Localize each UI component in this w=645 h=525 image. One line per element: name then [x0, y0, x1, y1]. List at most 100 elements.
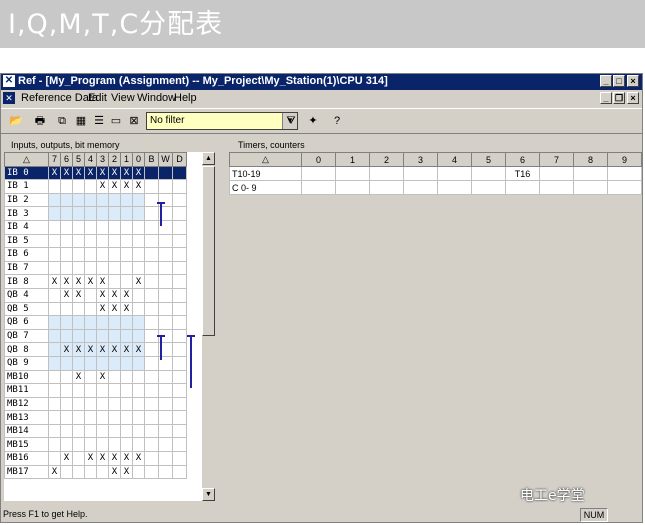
- address-cell[interactable]: IB 8: [4, 274, 49, 289]
- table-row[interactable]: MB13: [4, 410, 187, 425]
- address-cell[interactable]: IB 6: [4, 247, 49, 262]
- menu-reference-data[interactable]: Reference Data: [21, 92, 98, 104]
- address-cell[interactable]: QB 9: [4, 355, 49, 371]
- bit-cell[interactable]: X: [72, 165, 85, 181]
- bit-cell[interactable]: [84, 192, 97, 208]
- bit-cell[interactable]: X: [96, 342, 109, 357]
- bit-cell[interactable]: [84, 464, 97, 480]
- bit-cell[interactable]: [84, 423, 97, 439]
- bit-cell[interactable]: [60, 383, 73, 398]
- bit-cell[interactable]: [48, 287, 61, 303]
- bit-cell[interactable]: [60, 233, 73, 249]
- bit-cell[interactable]: [48, 396, 61, 412]
- address-cell[interactable]: IB 1: [4, 179, 49, 194]
- digit-column-header[interactable]: 5: [471, 152, 506, 167]
- bit-cell[interactable]: [158, 383, 173, 398]
- bit-cell[interactable]: [84, 396, 97, 412]
- bit-cell[interactable]: [158, 423, 173, 439]
- bit-cell[interactable]: [132, 315, 145, 330]
- new-window-icon[interactable]: ✦: [304, 112, 322, 130]
- bit-cell[interactable]: X: [96, 165, 109, 181]
- bit-cell[interactable]: [172, 287, 187, 303]
- address-cell[interactable]: MB16: [4, 451, 49, 466]
- bit-cell[interactable]: [48, 328, 61, 344]
- bit-cell[interactable]: [48, 355, 61, 371]
- bit-cell[interactable]: [144, 451, 159, 466]
- bit-cell[interactable]: X: [84, 451, 97, 466]
- digit-column-header[interactable]: 0: [301, 152, 336, 167]
- bit-cell[interactable]: [84, 301, 97, 317]
- bit-cell[interactable]: [120, 260, 133, 276]
- bit-cell[interactable]: [158, 287, 173, 303]
- filter-settings-icon[interactable]: ⛛: [282, 112, 300, 130]
- maximize-icon[interactable]: □: [613, 75, 625, 87]
- bit-cell[interactable]: [96, 192, 109, 208]
- bit-cell[interactable]: [48, 369, 61, 385]
- bit-cell[interactable]: [144, 274, 159, 289]
- bit-cell[interactable]: X: [60, 274, 73, 289]
- bit-cell[interactable]: [60, 355, 73, 371]
- bit-cell[interactable]: [144, 165, 159, 181]
- table-row[interactable]: MB17 X X X: [4, 464, 187, 480]
- table-row[interactable]: MB12: [4, 396, 187, 412]
- bit-column-header[interactable]: W: [158, 152, 173, 167]
- bit-cell[interactable]: [120, 355, 133, 371]
- bit-cell[interactable]: [84, 179, 97, 194]
- address-cell[interactable]: IB 5: [4, 233, 49, 249]
- bit-cell[interactable]: [172, 206, 187, 221]
- bit-cell[interactable]: [48, 315, 61, 330]
- bit-cell[interactable]: [72, 328, 85, 344]
- bit-cell[interactable]: [84, 355, 97, 371]
- bit-cell[interactable]: [172, 328, 187, 344]
- digit-column-header[interactable]: 4: [437, 152, 472, 167]
- bit-cell[interactable]: [158, 233, 173, 249]
- bit-cell[interactable]: [132, 219, 145, 235]
- bit-cell[interactable]: [60, 247, 73, 262]
- table-row[interactable]: QB 4XXXXX: [4, 287, 187, 303]
- bit-cell[interactable]: [48, 247, 61, 262]
- bit-cell[interactable]: [120, 219, 133, 235]
- bit-cell[interactable]: [172, 301, 187, 317]
- bit-cell[interactable]: [84, 247, 97, 262]
- usage-cell[interactable]: [505, 180, 540, 195]
- bit-cell[interactable]: [108, 396, 121, 412]
- bit-cell[interactable]: [72, 260, 85, 276]
- usage-cell[interactable]: [471, 180, 506, 195]
- bit-cell[interactable]: [158, 396, 173, 412]
- bit-cell[interactable]: X: [120, 451, 133, 466]
- bit-cell[interactable]: X: [120, 179, 133, 194]
- bit-cell[interactable]: [158, 301, 173, 317]
- usage-cell[interactable]: [335, 180, 370, 195]
- address-cell[interactable]: MB11: [4, 383, 49, 398]
- help-cursor-icon[interactable]: ?: [328, 112, 346, 130]
- unused-symbols-icon[interactable]: ▭: [107, 112, 125, 130]
- bit-column-header[interactable]: 5: [72, 152, 85, 167]
- usage-cell[interactable]: [437, 166, 472, 181]
- bit-cell[interactable]: [60, 206, 73, 221]
- bit-cell[interactable]: X: [108, 287, 121, 303]
- bit-column-header[interactable]: 3: [96, 152, 109, 167]
- bit-cell[interactable]: [60, 423, 73, 439]
- table-row[interactable]: T10-19 T16: [229, 166, 642, 181]
- bit-cell[interactable]: [172, 423, 187, 439]
- table-row[interactable]: MB10 X X: [4, 369, 187, 385]
- bit-cell[interactable]: [96, 315, 109, 330]
- bit-cell[interactable]: X: [120, 301, 133, 317]
- address-cell[interactable]: QB 8: [4, 342, 49, 357]
- address-cell[interactable]: IB 0: [4, 165, 49, 181]
- doc-minimize-icon[interactable]: _: [600, 92, 612, 104]
- bit-cell[interactable]: X: [108, 179, 121, 194]
- table-row[interactable]: MB14: [4, 423, 187, 439]
- bit-cell[interactable]: [132, 464, 145, 480]
- address-cell[interactable]: MB15: [4, 437, 49, 453]
- address-cell[interactable]: QB 7: [4, 328, 49, 344]
- table-row[interactable]: QB 6: [4, 315, 187, 330]
- bit-cell[interactable]: [132, 287, 145, 303]
- bit-cell[interactable]: [120, 383, 133, 398]
- table-row[interactable]: MB16 X X X X X X: [4, 451, 187, 466]
- scroll-up-icon[interactable]: ▲: [202, 152, 215, 165]
- bit-cell[interactable]: [144, 192, 159, 208]
- bit-cell[interactable]: [158, 315, 173, 330]
- table-row[interactable]: IB 6: [4, 247, 187, 262]
- usage-cell[interactable]: [369, 180, 404, 195]
